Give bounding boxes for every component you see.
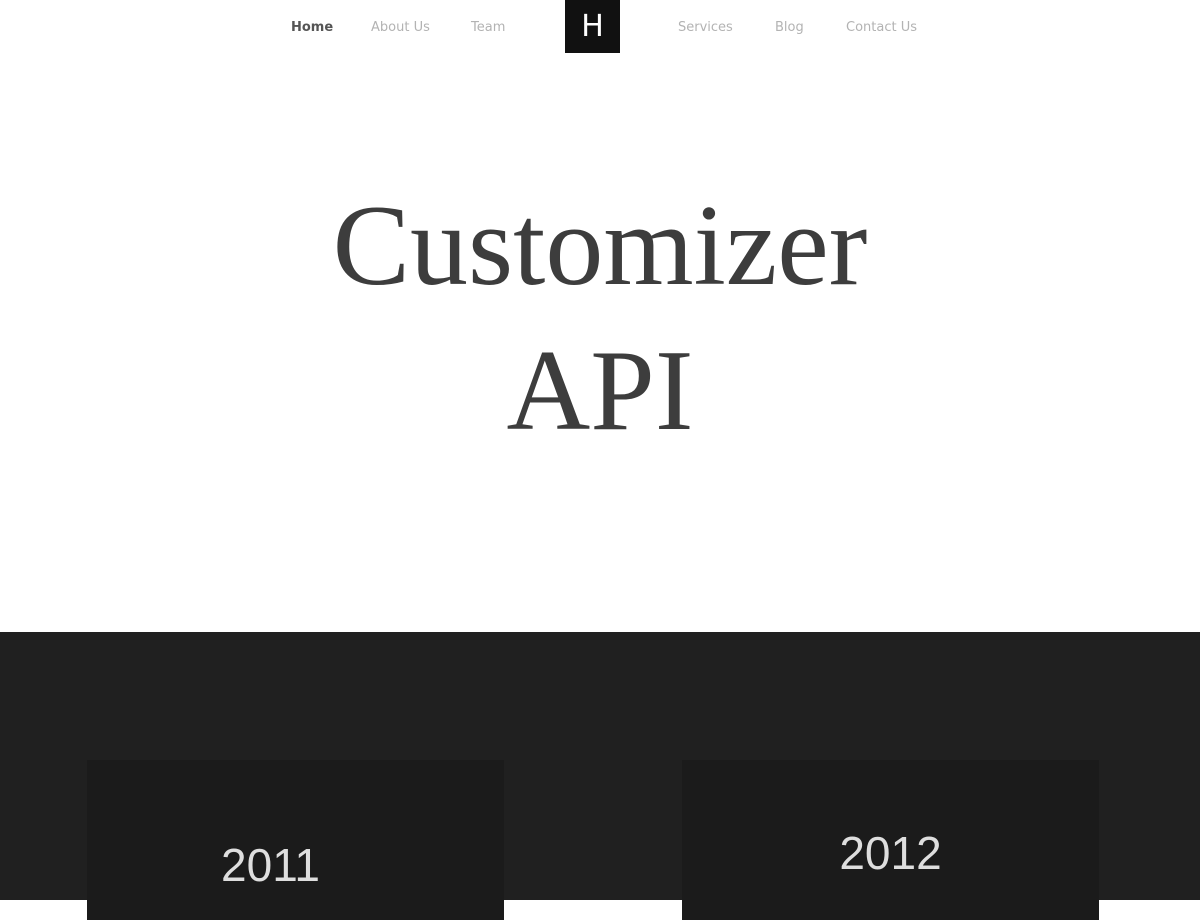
hero-section: Customizer API bbox=[0, 56, 1200, 632]
year-card-2011: 2011 bbox=[87, 760, 504, 920]
nav-contact-us-link[interactable]: Contact Us bbox=[846, 20, 917, 35]
nav-team-link[interactable]: Team bbox=[471, 20, 505, 35]
hero-title-line1: Customizer bbox=[332, 182, 868, 310]
nav-about-us-link[interactable]: About Us bbox=[371, 20, 430, 35]
year-card-2012: 2012 bbox=[682, 760, 1099, 920]
timeline-section: 2011 2012 bbox=[0, 632, 1200, 920]
nav-blog-link[interactable]: Blog bbox=[775, 20, 804, 35]
hero-title-line2: API bbox=[506, 327, 694, 455]
logo-letter: H bbox=[581, 8, 604, 44]
year-label: 2012 bbox=[839, 827, 942, 879]
year-label: 2011 bbox=[221, 839, 320, 891]
site-logo[interactable]: H bbox=[565, 0, 620, 53]
nav-services-link[interactable]: Services bbox=[678, 20, 733, 35]
nav-home-link[interactable]: Home bbox=[291, 20, 333, 35]
top-navigation: Home About Us Team H Services Blog Conta… bbox=[0, 0, 1200, 56]
